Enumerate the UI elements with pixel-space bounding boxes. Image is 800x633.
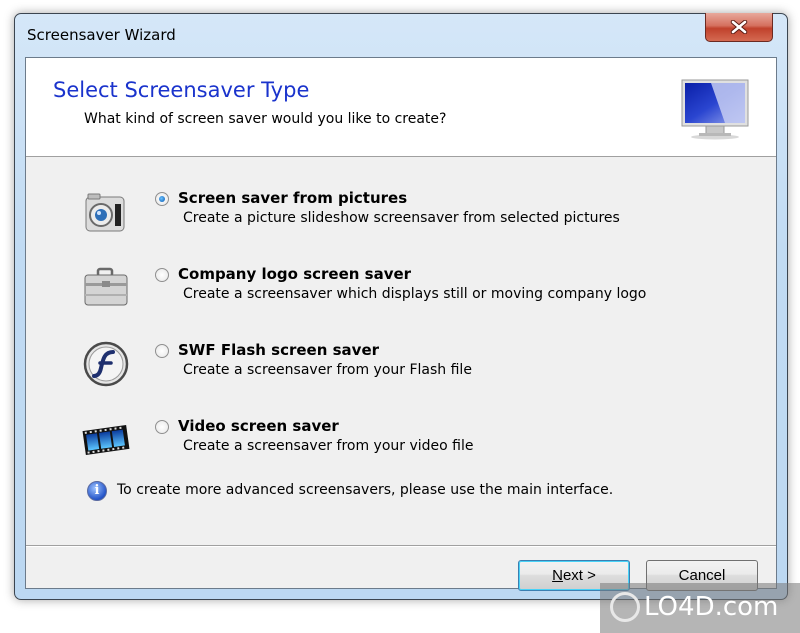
wizard-client-area: Select Screensaver Type What kind of scr… xyxy=(25,57,777,591)
option-label: SWF Flash screen saver xyxy=(178,341,380,359)
radio-pictures[interactable] xyxy=(155,192,169,206)
close-icon xyxy=(730,20,748,34)
option-label: Company logo screen saver xyxy=(178,265,412,283)
next-accelerator: N xyxy=(552,567,563,584)
option-description: Create a picture slideshow screensaver f… xyxy=(183,210,620,226)
option-description: Create a screensaver from your Flash fil… xyxy=(183,362,472,378)
briefcase-icon xyxy=(84,267,128,306)
wizard-window: Screensaver Wizard Select Screensaver Ty… xyxy=(14,13,788,600)
film-strip-icon xyxy=(82,425,130,455)
info-text: To create more advanced screensavers, pl… xyxy=(117,482,614,498)
flash-icon xyxy=(83,341,129,387)
option-pictures[interactable]: Screen saver from pictures Create a pict… xyxy=(26,188,776,248)
option-video[interactable]: Video screen saver Create a screensaver … xyxy=(26,416,776,476)
camera-icon xyxy=(85,193,125,232)
page-subtitle: What kind of screen saver would you like… xyxy=(84,111,447,127)
option-label: Screen saver from pictures xyxy=(178,189,408,207)
radio-company-logo[interactable] xyxy=(155,268,169,282)
option-description: Create a screensaver which displays stil… xyxy=(183,286,647,302)
footer-divider xyxy=(26,545,776,547)
watermark: LO4D.com xyxy=(600,583,800,633)
radio-swf-flash[interactable] xyxy=(155,344,169,358)
info-icon: i xyxy=(87,481,107,501)
radio-video[interactable] xyxy=(155,420,169,434)
close-button[interactable] xyxy=(705,13,773,42)
watermark-logo-icon xyxy=(610,592,640,622)
next-label: ext > xyxy=(562,567,596,584)
option-description: Create a screensaver from your video fil… xyxy=(183,438,474,454)
option-label: Video screen saver xyxy=(178,417,339,435)
window-title: Screensaver Wizard xyxy=(27,26,176,44)
watermark-text: LO4D.com xyxy=(644,592,779,622)
option-swf-flash[interactable]: SWF Flash screen saver Create a screensa… xyxy=(26,340,776,400)
option-company-logo[interactable]: Company logo screen saver Create a scree… xyxy=(26,264,776,324)
wizard-header: Select Screensaver Type What kind of scr… xyxy=(26,58,776,157)
page-title: Select Screensaver Type xyxy=(53,78,310,102)
monitor-icon xyxy=(681,79,749,140)
